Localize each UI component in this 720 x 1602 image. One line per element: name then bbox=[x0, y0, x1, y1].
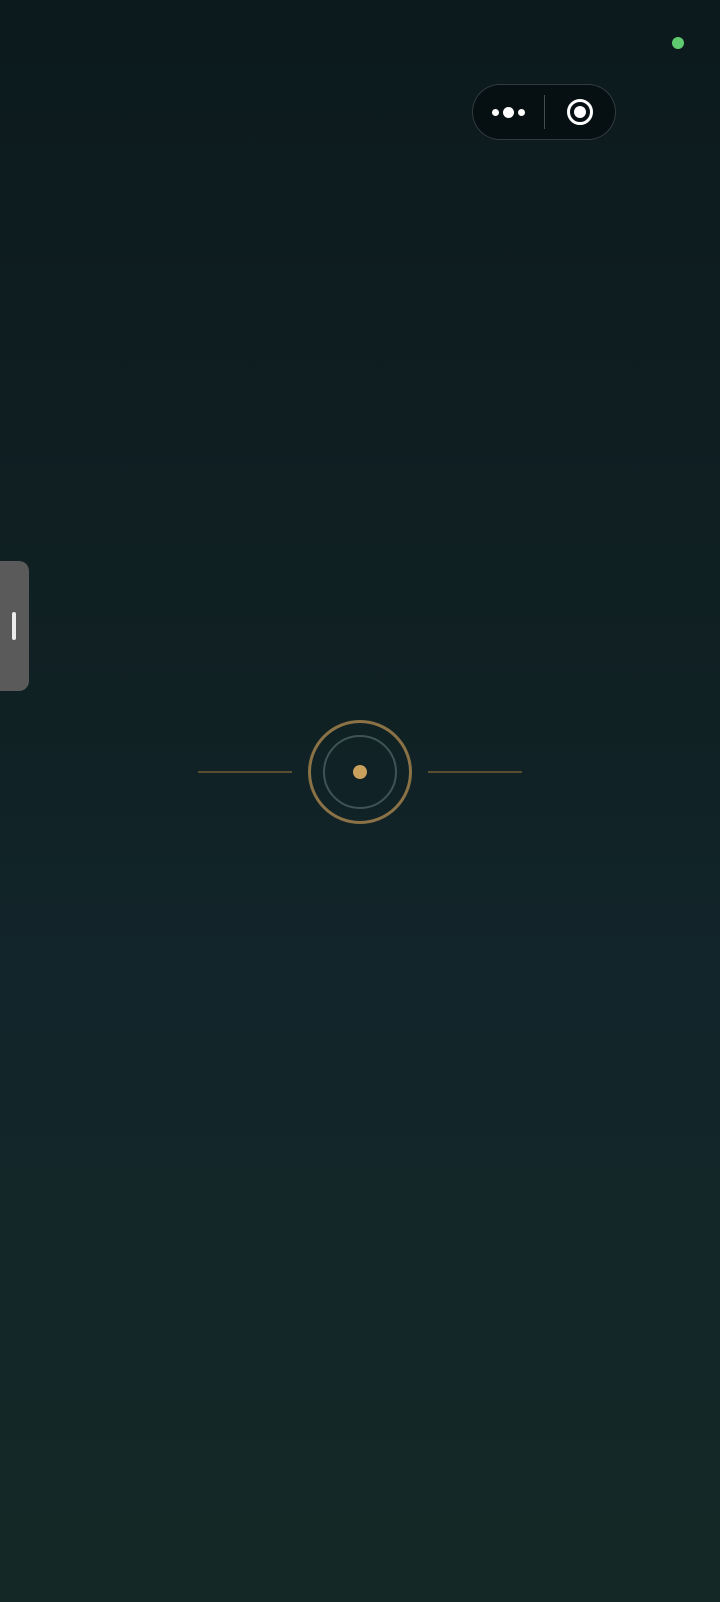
more-dots-icon bbox=[491, 106, 525, 118]
loading-core-dot bbox=[353, 765, 367, 779]
more-options-button[interactable] bbox=[473, 85, 544, 139]
app-screen: { "status": { "indicator_color": "#5ecb6… bbox=[0, 0, 720, 1602]
target-close-icon bbox=[566, 99, 593, 125]
loader-right-line bbox=[428, 771, 522, 773]
side-drawer-handle[interactable] bbox=[0, 561, 29, 691]
loader-left-line bbox=[198, 771, 292, 773]
status-indicator-dot bbox=[672, 37, 684, 49]
drag-grip-icon bbox=[12, 612, 16, 640]
close-mini-program-button[interactable] bbox=[545, 85, 616, 139]
mini-program-capsule bbox=[472, 84, 616, 140]
